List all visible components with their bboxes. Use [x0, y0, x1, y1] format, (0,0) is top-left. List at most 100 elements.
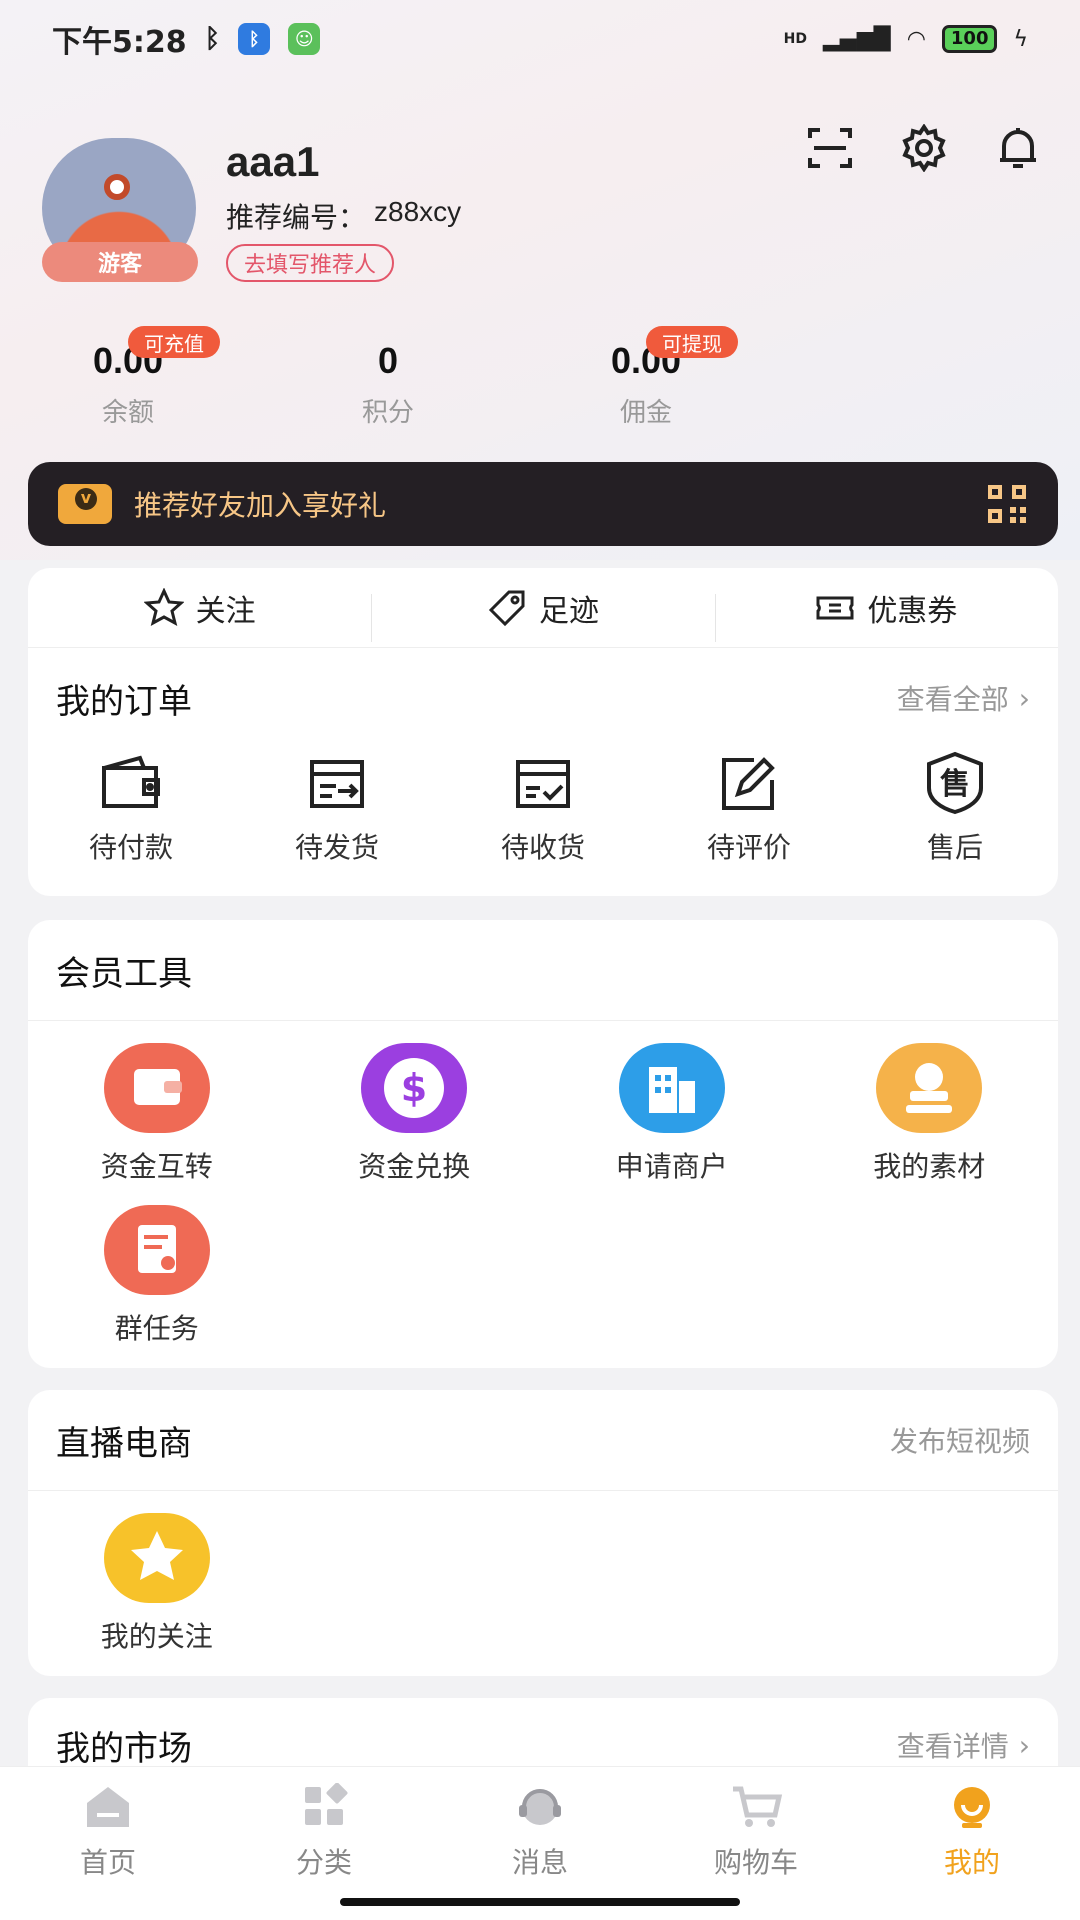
- live-grid: 我的关注: [28, 1491, 1058, 1675]
- category-icon: [305, 1783, 348, 1825]
- order-after-sale[interactable]: 售 售后: [852, 748, 1058, 866]
- after-sale-icon: 售: [927, 751, 983, 815]
- charging-icon: ϟ: [1013, 26, 1028, 52]
- guest-tag: 游客: [42, 242, 198, 282]
- invite-banner[interactable]: 推荐好友加入享好礼: [28, 462, 1058, 546]
- order-status-row: 待付款 待发货 待收货 待评价 售 售后: [28, 748, 1058, 866]
- battery-icon: 100: [941, 25, 998, 53]
- member-tools-grid: 资金互转 $ 资金兑换 申请商户 我的素材 群任务: [28, 1021, 1058, 1367]
- orders-title: 我的订单: [56, 681, 192, 722]
- tab-label: 首页: [79, 1846, 136, 1879]
- wallet-transfer-icon: [103, 1043, 210, 1133]
- edit-icon: [722, 757, 775, 810]
- star-badge-icon: [103, 1513, 210, 1603]
- tool-label: 群任务: [114, 1312, 199, 1345]
- ship-box-icon: [310, 760, 364, 808]
- quick-link-label: 关注: [195, 593, 256, 629]
- username: aaa1: [226, 138, 320, 185]
- tool-group-task[interactable]: 群任务: [28, 1205, 286, 1367]
- chevron-right-icon: ›: [1018, 1728, 1030, 1762]
- stamp-icon: [876, 1043, 983, 1133]
- order-label: 待发货: [294, 831, 379, 864]
- stat-label: 佣金: [619, 398, 672, 428]
- quick-link-footprint[interactable]: 足迹: [371, 586, 714, 642]
- member-tools-card: 会员工具 资金互转 $ 资金兑换 申请商户 我的素材 群任务: [28, 920, 1058, 1368]
- tool-my-materials[interactable]: 我的素材: [801, 1043, 1059, 1205]
- wallet-icon: [102, 755, 160, 808]
- coupon-icon: [816, 596, 854, 619]
- building-icon: [618, 1043, 725, 1133]
- tool-fund-exchange[interactable]: $ 资金兑换: [286, 1043, 544, 1205]
- tool-label: 资金互转: [100, 1150, 213, 1183]
- tab-home[interactable]: 首页: [0, 1767, 216, 1920]
- tool-apply-merchant[interactable]: 申请商户: [543, 1043, 801, 1205]
- bluetooth-icon: ᛒ: [204, 24, 221, 54]
- order-pending-receipt[interactable]: 待收货: [440, 748, 646, 866]
- cart-icon: [733, 1786, 783, 1827]
- publish-video-link[interactable]: 发布短视频: [890, 1420, 1030, 1460]
- order-pending-shipment[interactable]: 待发货: [234, 748, 440, 866]
- order-pending-review[interactable]: 待评价: [646, 748, 852, 866]
- stat-value: 0: [377, 340, 399, 381]
- referral-code-value: z88xcy: [374, 196, 462, 227]
- bluetooth-badge-icon: ᛒ: [238, 23, 271, 55]
- bell-icon[interactable]: [994, 124, 1042, 172]
- tool-fund-transfer[interactable]: 资金互转: [28, 1043, 286, 1205]
- stat-points[interactable]: 0 积分: [288, 340, 488, 429]
- status-time: 下午5:28: [52, 25, 187, 60]
- scan-icon[interactable]: [806, 124, 854, 172]
- tab-mine[interactable]: 我的: [864, 1767, 1080, 1920]
- task-list-icon: [103, 1205, 210, 1295]
- order-pending-payment[interactable]: 待付款: [28, 748, 234, 866]
- vip-badge-icon: [58, 484, 112, 524]
- member-tools-header: 会员工具: [28, 920, 1058, 1020]
- quick-links: 关注 足迹 优惠券: [28, 568, 1058, 648]
- recharge-tip[interactable]: 可充值: [128, 326, 220, 358]
- orders-header: 我的订单 查看全部 ›: [28, 648, 1058, 748]
- gear-icon[interactable]: [900, 123, 948, 173]
- tab-label: 分类: [295, 1846, 352, 1879]
- app-notification-icon: ☺: [288, 23, 321, 55]
- order-label: 待评价: [706, 831, 791, 864]
- tab-label: 消息: [511, 1846, 568, 1879]
- tool-label: 申请商户: [615, 1150, 728, 1183]
- after-sale-glyph: 售: [940, 767, 970, 802]
- tag-icon: [488, 590, 525, 626]
- view-all-label: 查看全部: [896, 683, 1009, 716]
- status-bar: 下午5:28 ᛒ ᛒ ☺ HD ▂▄▆█ ◠ 100 ϟ: [0, 0, 1080, 78]
- tool-label: 我的关注: [100, 1620, 213, 1653]
- tool-label: 我的素材: [873, 1150, 986, 1183]
- bottom-tab-bar: 首页 分类 消息 购物车 我的: [0, 1766, 1080, 1920]
- receive-box-icon: [516, 760, 570, 808]
- tool-label: 资金兑换: [358, 1150, 471, 1183]
- member-tools-title: 会员工具: [56, 953, 192, 994]
- view-all-orders-link[interactable]: 查看全部 ›: [897, 678, 1030, 718]
- view-details-label: 查看详情: [896, 1730, 1009, 1763]
- quick-link-follow[interactable]: 关注: [28, 586, 371, 630]
- order-label: 待付款: [88, 831, 173, 864]
- stat-label: 余额: [101, 398, 154, 428]
- profile-icon: [954, 1787, 990, 1828]
- quick-link-coupon[interactable]: 优惠券: [714, 586, 1058, 642]
- network-label: HD: [783, 31, 808, 47]
- orders-card: 关注 足迹 优惠券 我的订单 查看全部 › 待付款 待发货 待收货 待评价 售 …: [28, 568, 1058, 896]
- referral-code: 推荐编号： z88xcy: [226, 196, 461, 236]
- order-label: 售后: [926, 831, 983, 864]
- tool-my-follows[interactable]: 我的关注: [28, 1513, 286, 1675]
- qr-code-icon[interactable]: [986, 483, 1028, 525]
- wifi-icon: ◠: [906, 26, 926, 52]
- message-headset-icon: [519, 1789, 561, 1825]
- order-label: 待收货: [500, 831, 585, 864]
- referral-code-label: 推荐编号：: [226, 201, 367, 234]
- fill-referrer-button[interactable]: 去填写推荐人: [226, 244, 395, 282]
- withdraw-tip[interactable]: 可提现: [646, 326, 738, 358]
- quick-link-label: 优惠券: [867, 593, 958, 629]
- home-indicator: [340, 1898, 740, 1906]
- avatar-eye: [104, 174, 130, 200]
- quick-link-label: 足迹: [538, 593, 599, 629]
- live-title: 直播电商: [56, 1423, 192, 1464]
- profile-section: 游客 aaa1 推荐编号： z88xcy 去填写推荐人: [42, 123, 1042, 288]
- star-outline-icon: [143, 587, 184, 626]
- header-actions: [806, 123, 1042, 173]
- view-market-details-link[interactable]: 查看详情 ›: [897, 1725, 1030, 1765]
